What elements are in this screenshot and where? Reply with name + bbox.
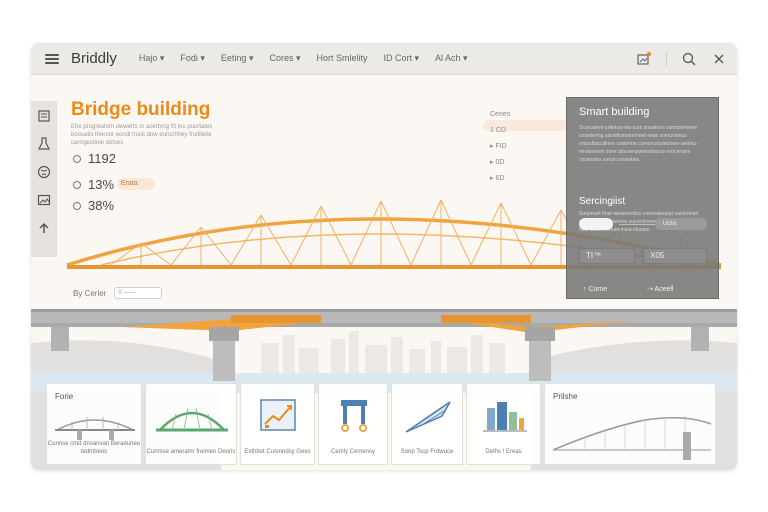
left-sidebar [31, 101, 57, 257]
slider-label: Uchs [655, 218, 707, 230]
stat-item: 13% [73, 177, 114, 192]
card-strip: Forie Cunnse cmd dnsanvan Beraeuneu tedm… [46, 383, 722, 465]
radio-icon[interactable] [73, 180, 81, 189]
card-forie[interactable]: Forie Cunnse cmd dnsanvan Beraeuneu tedm… [46, 383, 142, 465]
panel-description: Sruncatent-csilehss-eta tunb sraratoos c… [579, 125, 698, 163]
slider-track [619, 224, 659, 225]
panel-value-left[interactable]: TI™ [579, 248, 635, 264]
list-item[interactable]: ▸ 6D [490, 171, 510, 187]
card-crane[interactable]: Cemly Cemensy [318, 383, 388, 465]
city-skyline [261, 331, 505, 373]
crane-icon [341, 400, 367, 432]
center-list: Ceries 1 CD ▸ FID ▸ 0D ▸ 6D [490, 107, 510, 187]
stat-value: 38% [88, 198, 115, 213]
radio-icon[interactable] [73, 201, 81, 210]
hero-description: Ehe progreatom owwerts cr acertxng frt i… [71, 124, 213, 146]
card-label: Cunmse ameramr freimen Deoris [146, 449, 236, 455]
card-prilshe[interactable]: Prilshe [544, 383, 716, 465]
card-label: Sonp Tscp Frdwuce [400, 449, 454, 455]
flask-icon[interactable] [37, 137, 51, 151]
card-label: Cunnse cmd dnsanvan Beraeuneu tedmbeos [47, 441, 141, 455]
slider-knob[interactable] [579, 218, 613, 230]
blueprint-ruler-icon [405, 401, 451, 433]
suspension-bridge-icon [552, 416, 712, 460]
page-title: Bridge building [71, 99, 211, 120]
come-button[interactable]: ↑ Come [583, 283, 607, 297]
radio-icon[interactable] [73, 154, 81, 163]
chart-tablet-icon [260, 399, 296, 431]
stat-badge: Erata [117, 178, 155, 190]
card-arch-bridge[interactable]: Cunmse ameramr freimen Deoris [145, 383, 237, 465]
stat-value: 1192 [88, 151, 116, 166]
buildings-icon [483, 402, 527, 432]
stat-item: 38% [73, 198, 114, 213]
card-label: Deths ! Ereas [485, 449, 522, 455]
upload-arrow-icon[interactable] [37, 221, 51, 235]
panel-value-right[interactable]: X05 [643, 248, 707, 264]
by-center-label: By Cerler [73, 288, 107, 298]
by-center-select[interactable]: 0 —— [114, 287, 163, 299]
globe-icon[interactable] [37, 165, 51, 179]
image-icon[interactable] [37, 193, 51, 207]
document-icon[interactable] [37, 109, 51, 123]
app-window: Briddly Hajo ▾ Fodi ▾ Eeting ▾ Cores ▾ H… [31, 43, 737, 470]
center-list-title: Ceries [490, 111, 511, 118]
panel-slider[interactable]: Uchs [579, 218, 707, 230]
stat-value: 13% [88, 177, 115, 192]
by-center-filter: By Cerler 0 —— [73, 287, 163, 299]
card-buildings[interactable]: Deths ! Ereas [466, 383, 541, 465]
card-label: Cemly Cemensy [330, 449, 375, 455]
card-label: Exthbot Cusmndsy Gees [244, 449, 311, 455]
list-item[interactable]: ▸ FID [490, 139, 510, 155]
card-chart[interactable]: Exthbot Cusmndsy Gees [240, 383, 315, 465]
panel-title: Smart building [579, 106, 650, 118]
card-blueprint[interactable]: Sonp Tscp Frdwuce [391, 383, 463, 465]
stat-item: 1192 [73, 151, 116, 166]
list-item[interactable]: ▸ 0D [490, 155, 510, 171]
smart-building-panel: Smart building Sruncatent-csilehss-eta t… [566, 97, 719, 299]
list-item[interactable]: 1 CD [490, 123, 510, 139]
aceell-button[interactable]: ⇢ Aceell [647, 283, 674, 297]
arch-bridge-icon [156, 407, 228, 432]
panel-subtitle: Sercingiist [579, 196, 626, 207]
